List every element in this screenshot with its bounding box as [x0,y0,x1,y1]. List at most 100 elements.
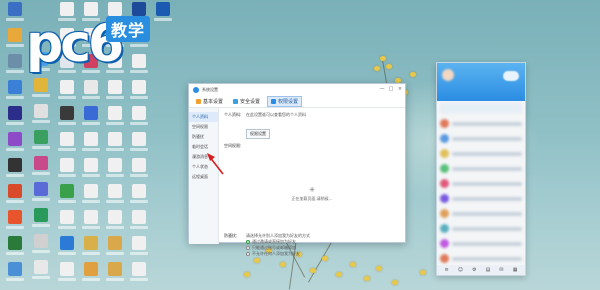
desktop-icon[interactable] [56,158,78,180]
desktop-icon[interactable] [80,262,102,284]
desktop-icon[interactable] [4,132,26,154]
desktop-icon[interactable] [56,236,78,258]
list-item[interactable] [440,207,522,220]
desktop-icon[interactable] [56,184,78,206]
desktop-icon[interactable] [128,210,150,232]
profile-label: 个人资料: [224,112,242,117]
desktop-icon[interactable] [104,132,126,154]
desktop-icon[interactable] [4,54,26,76]
space-row: 空间权限: [224,143,400,149]
desktop-icon[interactable] [30,104,52,126]
apps-icon[interactable]: ▦ [513,267,518,273]
list-item[interactable] [440,117,522,130]
menu-icon[interactable]: ≡ [445,267,449,273]
search-input[interactable] [440,103,522,113]
radio-icon[interactable] [246,246,250,250]
list-item[interactable] [440,162,522,175]
annotation-arrow-icon [207,153,224,175]
desktop-icon[interactable] [56,80,78,102]
sidebar-item-temp-chat[interactable]: 临时会话 [189,142,218,152]
loading-text: 正在加载页面,请稍候… [291,196,333,201]
minimize-button[interactable]: — [379,86,385,92]
sidebar-item-anti-harass[interactable]: 防骚扰 [189,132,218,142]
mail-icon[interactable]: ✉ [499,267,503,273]
list-item[interactable] [440,237,522,250]
qq-header [437,63,525,101]
desktop-icon[interactable] [128,262,150,284]
spinner-icon: ✳ [309,186,315,194]
desktop-icon[interactable] [4,210,26,232]
desktop-icon[interactable] [80,236,102,258]
list-item[interactable] [440,192,522,205]
list-item[interactable] [440,132,522,145]
desktop-icon[interactable] [4,2,26,24]
desktop-icon[interactable] [4,262,26,284]
desktop-icon[interactable] [30,260,52,282]
desktop-icon[interactable] [104,184,126,206]
close-button[interactable]: × [397,86,403,92]
tab-label: 权限设置 [278,99,299,105]
desktop-icon[interactable] [30,182,52,204]
qq-main-panel: ≡ ☺ ⚙ ▤ ✉ ▦ [436,62,526,276]
desktop-icon[interactable] [4,106,26,128]
desktop-icon[interactable] [30,130,52,152]
permission-settings-icon [271,99,277,104]
desktop-icon[interactable] [104,210,126,232]
desktop-icon[interactable] [80,80,102,102]
desktop-icon[interactable] [56,210,78,232]
desktop-icon[interactable] [56,132,78,154]
settings-sidebar: 个人资料 空间权限 防骚扰 临时会话 漫游消息 个人状态 远程桌面 [189,108,219,244]
watermark-badge: 教学 [106,16,151,42]
sidebar-item-space[interactable]: 空间权限 [189,122,218,132]
desktop-icon[interactable] [128,236,150,258]
desktop-icon[interactable] [80,132,102,154]
desktop-icon[interactable] [4,184,26,206]
desktop-icon[interactable] [56,106,78,128]
desktop-icon[interactable] [128,132,150,154]
desktop-icon[interactable] [4,158,26,180]
avatar[interactable] [442,69,454,81]
tab-security-settings[interactable]: 安全设置 [230,97,263,106]
profile-permission-button[interactable]: 权限设置 [246,129,270,139]
tab-basic-settings[interactable]: 基本设置 [193,97,226,106]
contacts-icon[interactable]: ☺ [458,267,463,273]
tab-permission-settings[interactable]: 权限设置 [267,96,303,107]
profile-text: 在此设置谁可以查看您的个人资料 [246,112,306,117]
basic-settings-icon [196,99,201,104]
list-item[interactable] [440,222,522,235]
desktop-icon[interactable] [4,28,26,50]
list-item[interactable] [440,177,522,190]
desktop-icon[interactable] [128,106,150,128]
settings-icon[interactable]: ⚙ [472,267,476,273]
desktop-icon[interactable] [80,184,102,206]
file-icon[interactable]: ▤ [486,267,491,273]
desktop-icon[interactable] [128,158,150,180]
radio-icon[interactable] [246,252,250,256]
sidebar-item-profile[interactable]: 个人资料 [189,112,218,122]
security-settings-icon [233,99,239,104]
desktop-icon[interactable] [4,80,26,102]
desktop-icon[interactable] [30,78,52,100]
desktop-icon[interactable] [104,106,126,128]
window-titlebar: 系统设置 — □ × [189,84,405,96]
desktop-icon[interactable] [104,236,126,258]
desktop-icon[interactable] [30,234,52,256]
desktop-icon[interactable] [56,262,78,284]
desktop-icon[interactable] [80,158,102,180]
desktop-icon[interactable] [104,262,126,284]
desktop-icon[interactable] [128,184,150,206]
desktop-icon[interactable] [80,106,102,128]
radio-selected-icon[interactable] [246,240,250,244]
desktop-icon[interactable] [4,236,26,258]
list-item[interactable] [440,252,522,265]
maximize-button[interactable]: □ [388,86,394,92]
list-item[interactable] [440,147,522,160]
desktop-icon[interactable] [30,156,52,178]
desktop-icon[interactable] [30,208,52,230]
option-row-3[interactable]: 不允许任何人添加我为好友 [246,251,300,257]
desktop-icons-col-1 [4,2,26,284]
desktop-icon[interactable] [104,158,126,180]
desktop-icon[interactable] [104,80,126,102]
desktop-icon[interactable] [80,210,102,232]
desktop-icon[interactable] [128,80,150,102]
